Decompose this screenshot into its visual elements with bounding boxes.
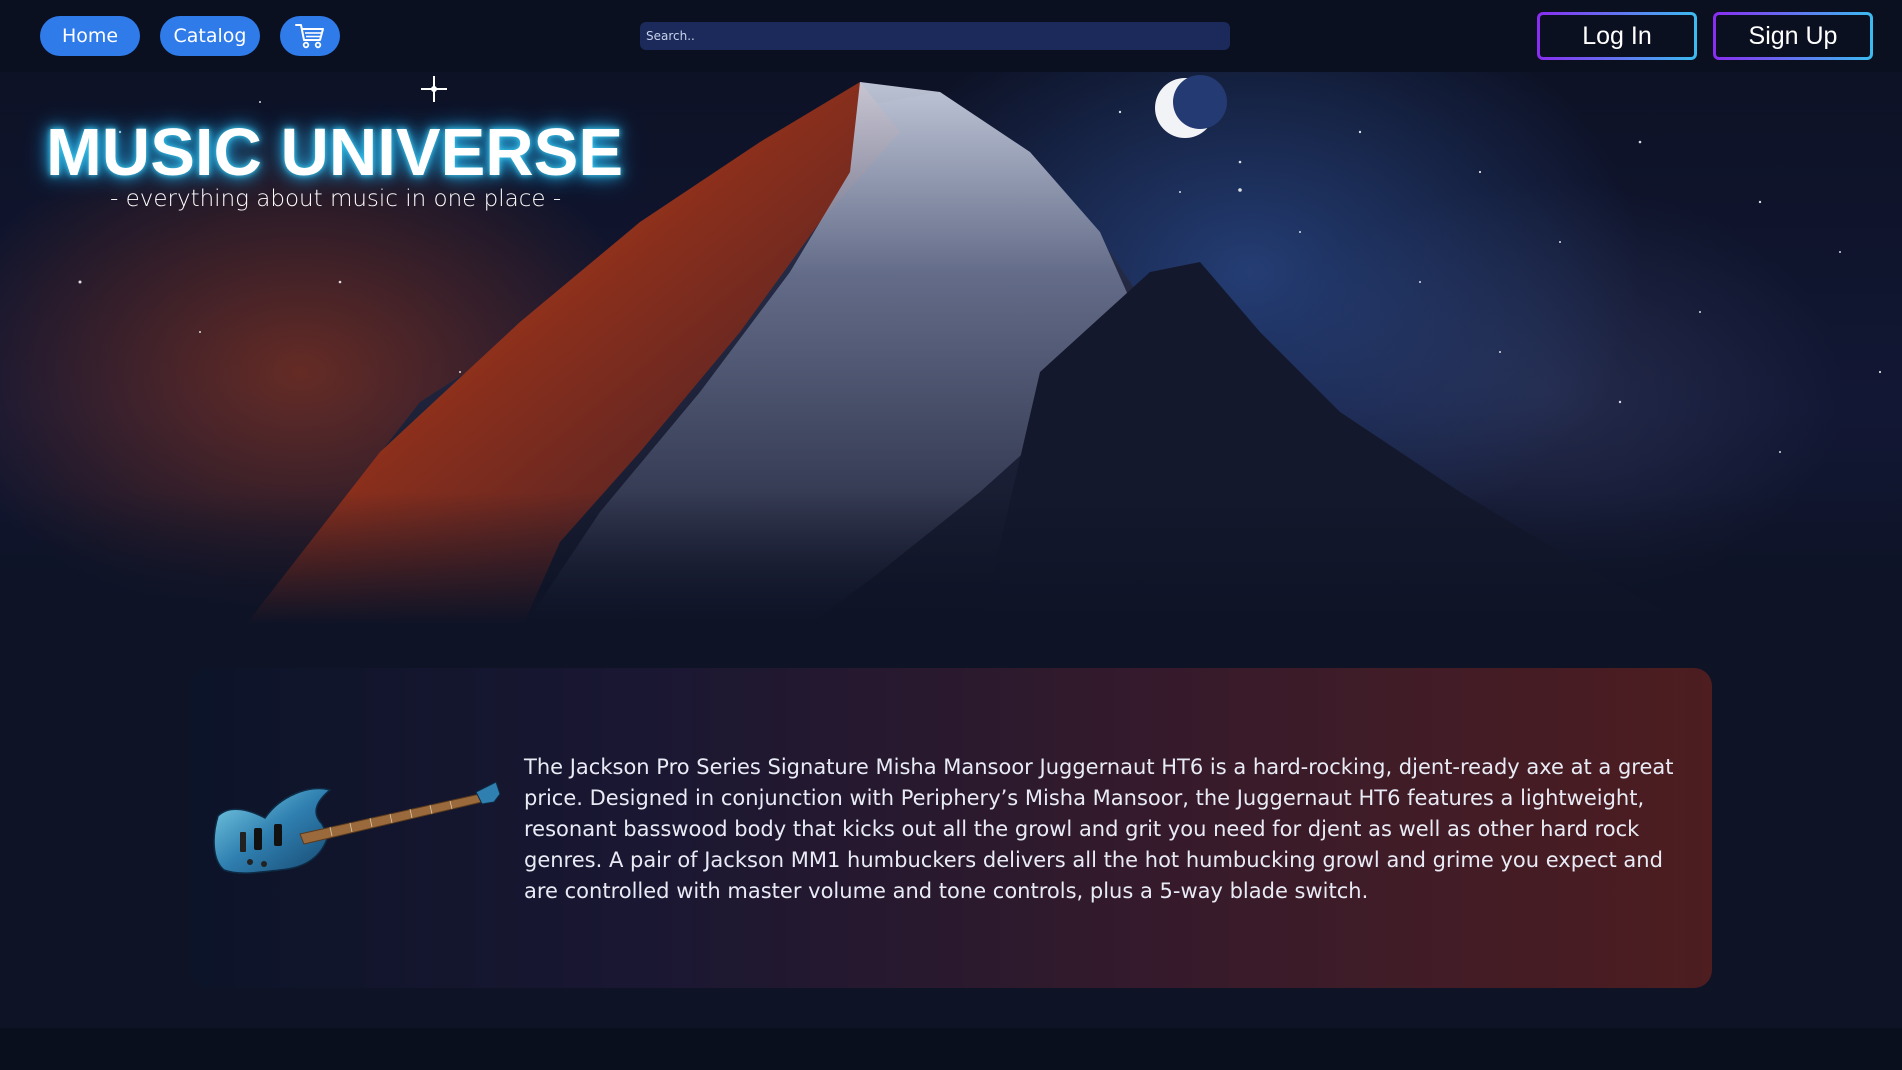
hero-banner: MUSIC UNIVERSE - everything about music …	[0, 72, 1902, 632]
login-button[interactable]: Log In	[1537, 12, 1697, 60]
hero-bottom-fade	[0, 492, 1902, 632]
cart-button[interactable]	[280, 16, 340, 56]
shopping-cart-icon	[295, 24, 324, 49]
site-title: MUSIC UNIVERSE	[46, 115, 624, 190]
electric-guitar-image	[213, 781, 500, 874]
site-tagline: - everything about music in one place -	[110, 186, 562, 212]
product-card: The Jackson Pro Series Signature Misha M…	[190, 668, 1712, 988]
top-navigation-bar: Home Catalog Log In Sign Up	[0, 0, 1902, 72]
home-button[interactable]: Home	[40, 16, 140, 56]
search-input[interactable]	[640, 22, 1230, 50]
footer-strip	[0, 1028, 1902, 1070]
signup-button[interactable]: Sign Up	[1713, 12, 1873, 60]
product-description: The Jackson Pro Series Signature Misha M…	[524, 755, 1674, 903]
catalog-button[interactable]: Catalog	[160, 16, 260, 56]
